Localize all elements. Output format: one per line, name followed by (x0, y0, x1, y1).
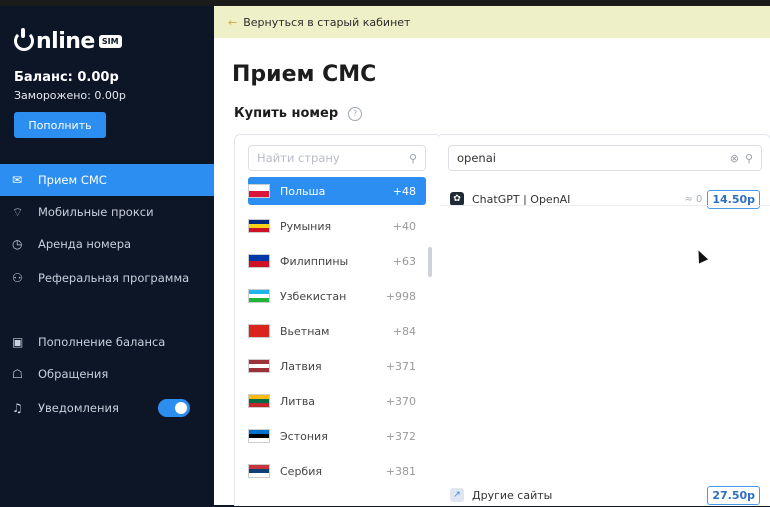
country-name: Румыния (280, 219, 332, 233)
flag-icon (248, 289, 270, 303)
topup-button[interactable]: Пополнить (14, 112, 106, 138)
help-icon[interactable]: ? (348, 106, 363, 121)
flag-icon (248, 219, 270, 233)
country-row[interactable]: Филиппины +63 (248, 247, 426, 275)
country-name: Филиппины (280, 254, 349, 268)
buy-number-heading: Купить номер ? (234, 106, 363, 121)
country-code: +371 (385, 359, 416, 373)
frozen-balance: Заморожено: 0.00р (14, 89, 126, 102)
message-icon: ✉ (12, 173, 23, 187)
wallet-icon: ▣ (12, 335, 24, 349)
logo-text: nline (36, 28, 95, 54)
flag-icon (248, 464, 270, 478)
notifications-toggle[interactable] (158, 399, 190, 417)
country-name: Вьетнам (280, 324, 330, 338)
country-row[interactable]: Латвия +371 (248, 352, 426, 380)
logo[interactable]: nline SIM (14, 26, 122, 56)
country-code: +998 (385, 289, 416, 303)
power-icon (14, 28, 34, 51)
flag-icon (248, 429, 270, 443)
country-row[interactable]: Польша +48 (248, 177, 426, 205)
arrow-left-icon: ← (228, 15, 238, 29)
country-search-placeholder: Найти страну (257, 151, 340, 165)
search-icon: ⚲ (744, 151, 753, 165)
nav-item-support[interactable]: ☖ Обращения (0, 358, 214, 390)
main-content: ← Вернуться в старый кабинет Прием СМС К… (214, 6, 770, 506)
country-code: +372 (385, 429, 416, 443)
balance: Баланс: 0.00р (14, 70, 119, 85)
country-code: +370 (385, 394, 416, 408)
service-search-value: openai (457, 151, 496, 165)
country-row[interactable]: Румыния +40 (248, 212, 426, 240)
nav-label: Мобильные прокси (38, 205, 154, 219)
divider (440, 205, 770, 206)
sidebar: nline SIM Баланс: 0.00р Заморожено: 0.00… (0, 6, 214, 505)
country-row[interactable]: Вьетнам +84 (248, 317, 426, 345)
clear-icon[interactable]: ⊗ (730, 152, 739, 165)
other-price-button[interactable]: 27.50р (707, 485, 760, 505)
country-code: +40 (392, 219, 416, 233)
back-link-label: Вернуться в старый кабинет (243, 15, 411, 29)
nav-label: Пополнение баланса (38, 335, 166, 349)
search-icon: ⚲ (408, 151, 417, 165)
country-row[interactable]: Эстония +372 (248, 422, 426, 450)
country-row[interactable]: Литва +370 (248, 387, 426, 415)
back-link[interactable]: ← Вернуться в старый кабинет (214, 6, 770, 38)
nav-label: Уведомления (38, 401, 119, 415)
country-name: Эстония (280, 429, 328, 443)
openai-icon: ✿ (450, 192, 464, 206)
country-panel: Найти страну ⚲ Польша +48 Румыния +40 Филипп… (234, 134, 442, 506)
service-qty: ≈ 0 (684, 193, 703, 205)
country-code: +381 (385, 464, 416, 478)
country-row[interactable]: Узбекистан +998 (248, 282, 426, 310)
country-name: Польша (280, 184, 326, 198)
nav-label: Прием СМС (38, 173, 107, 187)
country-search-input[interactable]: Найти страну ⚲ (248, 145, 426, 171)
country-code: +84 (392, 324, 416, 338)
page-title: Прием СМС (232, 62, 377, 87)
scrollbar[interactable] (428, 247, 432, 277)
country-name: Узбекистан (280, 289, 347, 303)
nav-item-referral[interactable]: ⚇ Реферальная программа (0, 262, 214, 294)
other-sites-row[interactable]: ↗ Другие сайты 27.50р (450, 483, 760, 507)
wifi-icon: ⌔ (12, 204, 24, 219)
service-name: ChatGPT | OpenAI (472, 192, 571, 206)
country-name: Латвия (280, 359, 322, 373)
nav-label: Реферальная программа (38, 271, 190, 285)
support-icon: ☖ (12, 367, 23, 381)
service-search-input[interactable]: openai ⊗ ⚲ (448, 145, 762, 171)
nav-item-rent[interactable]: ◷ Аренда номера (0, 228, 214, 260)
country-code: +63 (392, 254, 416, 268)
nav-item-proxy[interactable]: ⌔ Мобильные прокси (0, 196, 214, 228)
flag-icon (248, 359, 270, 373)
service-panel: openai ⊗ ⚲ ✿ ChatGPT | OpenAI ≈ 0 14.50р… (440, 134, 770, 506)
buy-number-label: Купить номер (234, 106, 339, 121)
flag-icon (248, 184, 270, 198)
country-code: +48 (392, 184, 416, 198)
clock-icon: ◷ (12, 237, 23, 251)
flag-icon (248, 324, 270, 338)
flag-icon (248, 254, 270, 268)
other-sites-name: Другие сайты (472, 488, 553, 502)
country-row[interactable]: Сербия +381 (248, 457, 426, 485)
users-icon: ⚇ (12, 271, 23, 285)
flag-icon (248, 394, 270, 408)
bell-icon: ♫ (12, 401, 23, 415)
logo-badge: SIM (98, 34, 122, 48)
link-icon: ↗ (450, 488, 464, 502)
nav-item-topup[interactable]: ▣ Пополнение баланса (0, 326, 214, 358)
country-name: Сербия (280, 464, 322, 478)
nav-label: Обращения (38, 367, 109, 381)
nav-label: Аренда номера (38, 237, 132, 251)
nav-item-sms[interactable]: ✉ Прием СМС (0, 164, 214, 196)
country-name: Литва (280, 394, 316, 408)
service-row[interactable]: ✿ ChatGPT | OpenAI ≈ 0 14.50р (450, 187, 760, 211)
